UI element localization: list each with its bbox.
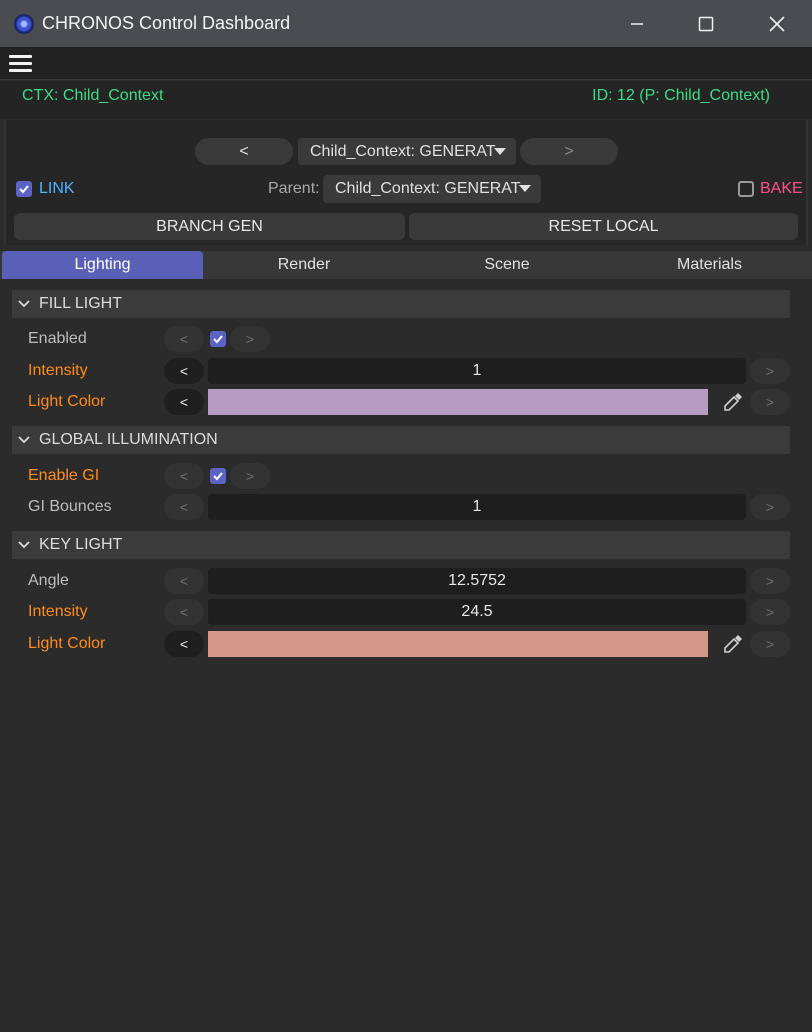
prev-context-button[interactable]: < xyxy=(195,138,293,165)
maximize-button[interactable] xyxy=(683,10,729,38)
param-label: GI Bounces xyxy=(28,498,112,515)
step-back-button[interactable]: < xyxy=(164,358,204,384)
param-label: Light Color xyxy=(28,635,106,652)
tab-render[interactable]: Render xyxy=(203,251,405,279)
step-forward-button[interactable]: > xyxy=(750,389,790,415)
link-label: LINK xyxy=(39,180,75,197)
step-forward-button[interactable]: > xyxy=(750,494,790,520)
tab-scene[interactable]: Scene xyxy=(405,251,609,279)
param-label: Enabled xyxy=(28,330,87,347)
tab-lighting[interactable]: Lighting xyxy=(2,251,203,279)
section-title: FILL LIGHT xyxy=(39,295,122,312)
fill-light-color-swatch[interactable] xyxy=(208,389,708,415)
fill-intensity-field[interactable]: 1 xyxy=(208,358,746,384)
minimize-icon xyxy=(631,23,643,25)
gi-bounces-field[interactable]: 1 xyxy=(208,494,746,520)
key-angle-field[interactable]: 12.5752 xyxy=(208,568,746,594)
window-title: CHRONOS Control Dashboard xyxy=(42,13,291,33)
context-select[interactable]: Child_Context: GENERAT xyxy=(298,138,516,165)
key-light-color-swatch[interactable] xyxy=(208,631,708,657)
eyedropper-icon[interactable] xyxy=(722,391,744,413)
bake-label: BAKE xyxy=(760,180,803,197)
step-forward-button[interactable]: > xyxy=(230,463,270,489)
minimize-button[interactable] xyxy=(614,10,660,38)
ctx-label: CTX: Child_Context xyxy=(22,87,164,104)
parent-label: Parent: xyxy=(268,180,320,197)
step-back-button[interactable]: < xyxy=(164,326,204,352)
dropdown-caret-icon xyxy=(519,185,531,192)
key-intensity-field[interactable]: 24.5 xyxy=(208,599,746,625)
menu-bar xyxy=(0,47,812,80)
step-forward-button[interactable]: > xyxy=(750,358,790,384)
step-forward-button[interactable]: > xyxy=(750,568,790,594)
param-label: Light Color xyxy=(28,393,106,410)
step-back-button[interactable]: < xyxy=(164,631,204,657)
step-back-button[interactable]: < xyxy=(164,463,204,489)
enabled-checkbox[interactable] xyxy=(210,331,226,347)
check-icon xyxy=(19,185,29,194)
param-label: Intensity xyxy=(28,362,88,379)
check-icon xyxy=(213,335,223,344)
close-button[interactable] xyxy=(754,10,800,38)
step-forward-button[interactable]: > xyxy=(750,599,790,625)
step-forward-button[interactable]: > xyxy=(750,631,790,657)
section-header-global-illumination[interactable]: GLOBAL ILLUMINATION xyxy=(12,426,790,454)
reset-local-button[interactable]: RESET LOCAL xyxy=(409,213,798,240)
step-back-button[interactable]: < xyxy=(164,494,204,520)
section-header-key-light[interactable]: KEY LIGHT xyxy=(12,531,790,559)
param-label: Enable GI xyxy=(28,467,100,484)
context-select-value: Child_Context: GENERAT xyxy=(310,142,496,160)
link-checkbox[interactable] xyxy=(16,181,32,197)
bake-checkbox[interactable] xyxy=(738,181,754,197)
step-back-button[interactable]: < xyxy=(164,599,204,625)
context-id-label: ID: 12 (P: Child_Context) xyxy=(592,87,770,104)
hamburger-menu-icon[interactable] xyxy=(9,55,32,73)
chevron-down-icon xyxy=(18,436,30,444)
app-logo-icon xyxy=(14,14,34,34)
param-label: Intensity xyxy=(28,603,88,620)
tab-materials[interactable]: Materials xyxy=(609,251,810,279)
branch-gen-button[interactable]: BRANCH GEN xyxy=(14,213,405,240)
check-icon xyxy=(213,472,223,481)
chevron-down-icon xyxy=(18,541,30,549)
dropdown-caret-icon xyxy=(494,148,506,155)
enable-gi-checkbox[interactable] xyxy=(210,468,226,484)
param-label: Angle xyxy=(28,572,69,589)
step-back-button[interactable]: < xyxy=(164,568,204,594)
next-context-button[interactable]: > xyxy=(520,138,618,165)
parent-select-value: Child_Context: GENERAT xyxy=(335,180,521,197)
step-forward-button[interactable]: > xyxy=(230,326,270,352)
chevron-down-icon xyxy=(18,300,30,308)
step-back-button[interactable]: < xyxy=(164,389,204,415)
parent-select[interactable]: Child_Context: GENERAT xyxy=(323,175,541,203)
eyedropper-icon[interactable] xyxy=(722,633,744,655)
section-header-fill-light[interactable]: FILL LIGHT xyxy=(12,290,790,318)
maximize-icon xyxy=(698,16,714,32)
section-title: KEY LIGHT xyxy=(39,536,123,553)
close-icon xyxy=(769,16,785,32)
section-title: GLOBAL ILLUMINATION xyxy=(39,431,218,448)
